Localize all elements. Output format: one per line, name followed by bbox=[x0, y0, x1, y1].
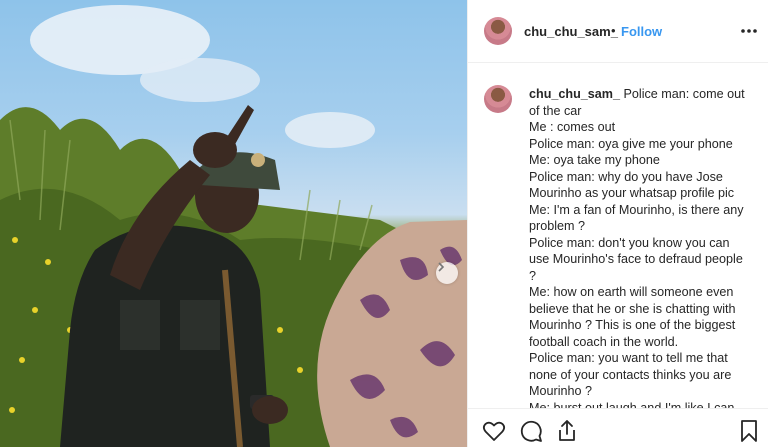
avatar[interactable] bbox=[484, 17, 512, 45]
follow-button[interactable]: Follow bbox=[621, 24, 662, 39]
caption-line: Police man: don't you know you can use M… bbox=[529, 235, 743, 283]
post-header: chu_chu_sam_ • Follow bbox=[468, 0, 768, 63]
comment-icon[interactable] bbox=[519, 419, 543, 443]
caption-text: chu_chu_sam_ Police man: come out of the… bbox=[529, 86, 751, 408]
caption-line: Police man: you want to tell me that non… bbox=[529, 351, 732, 398]
bookmark-icon[interactable] bbox=[737, 419, 761, 443]
caption-line: Me: I'm a fan of Mourinho, is there any … bbox=[529, 202, 744, 234]
separator-dot: • bbox=[611, 23, 616, 38]
caption-line: Police man: oya give me your phone bbox=[529, 136, 733, 151]
caption-section: chu_chu_sam_ Police man: come out of the… bbox=[468, 63, 768, 408]
chevron-right-icon bbox=[438, 262, 445, 272]
caption-line: Me: oya take my phone bbox=[529, 153, 660, 167]
heart-icon[interactable] bbox=[482, 419, 506, 443]
caption-author-link[interactable]: chu_chu_sam_ bbox=[529, 87, 620, 101]
caption-line: Me: burst out laugh and I'm like I can bbox=[529, 400, 735, 409]
caption-line: Police man: why do you have Jose Mourinh… bbox=[529, 169, 735, 201]
carousel-next-button[interactable] bbox=[436, 262, 458, 284]
caption-avatar[interactable] bbox=[484, 85, 512, 113]
share-icon[interactable] bbox=[555, 419, 579, 443]
caption-line: Me : comes out bbox=[529, 120, 616, 134]
post-side-panel: chu_chu_sam_ • Follow chu_chu_sam_ Polic… bbox=[467, 0, 768, 447]
post-photo[interactable] bbox=[0, 0, 467, 447]
caption-line: Me: how on earth will someone even belie… bbox=[529, 285, 736, 349]
more-options-icon[interactable] bbox=[740, 23, 758, 39]
username-link[interactable]: chu_chu_sam_ bbox=[524, 24, 618, 39]
photo-illustration bbox=[0, 5, 467, 447]
action-bar bbox=[468, 408, 768, 447]
